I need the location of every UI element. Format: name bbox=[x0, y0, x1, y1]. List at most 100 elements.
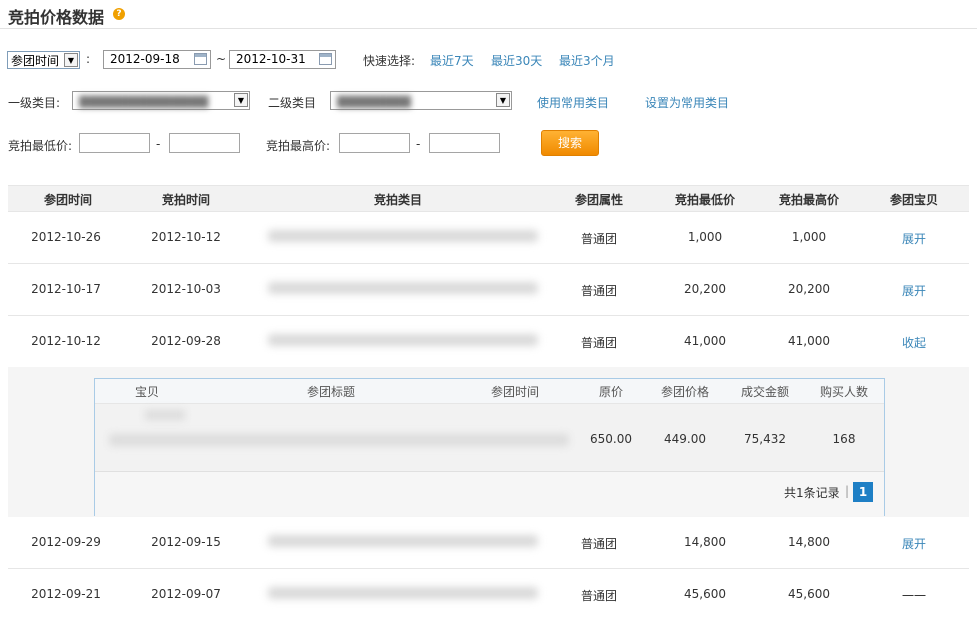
join-time: 2012-09-29 bbox=[31, 535, 101, 549]
header-attribute: 参团属性 bbox=[574, 193, 623, 207]
category-blurred bbox=[268, 587, 538, 601]
chevron-down-icon: ▼ bbox=[64, 53, 78, 67]
category1-select[interactable]: ▇▇▇▇▇▇▇▇▇▇▇▇▇▇ ▼ bbox=[72, 91, 250, 110]
max-price: 41,000 bbox=[788, 334, 830, 348]
category-blurred bbox=[268, 230, 538, 244]
chevron-down-icon: ▼ bbox=[496, 93, 510, 107]
attribute: 普通团 bbox=[580, 537, 617, 551]
attribute: 普通团 bbox=[580, 232, 617, 246]
calendar-icon[interactable] bbox=[319, 53, 332, 65]
attribute: 普通团 bbox=[580, 336, 617, 350]
time-type-select[interactable]: 参团时间 ▼ bbox=[7, 51, 80, 69]
header-min-price: 竞拍最低价 bbox=[674, 193, 735, 207]
quick-link-3months[interactable]: 最近3个月 bbox=[559, 52, 615, 69]
no-items-indicator: 一一 bbox=[901, 589, 926, 603]
search-button[interactable]: 搜索 bbox=[541, 130, 599, 156]
table-header: 参团时间 竞拍时间 竞拍类目 参团属性 竞拍最低价 竞拍最高价 参团宝贝 bbox=[8, 185, 969, 212]
min-price-label: 竞拍最低价: bbox=[8, 139, 73, 153]
category1-value-blurred: ▇▇▇▇▇▇▇▇▇▇▇▇▇▇ bbox=[79, 94, 209, 108]
quick-link-7days[interactable]: 最近7天 bbox=[430, 52, 474, 69]
header-bid-time: 竞拍时间 bbox=[161, 193, 210, 207]
page-number-button[interactable]: 1 bbox=[853, 482, 873, 502]
max-price-label: 竞拍最高价: bbox=[266, 139, 331, 153]
set-common-category-link[interactable]: 设置为常用类目 bbox=[645, 94, 729, 111]
group-price: 449.00 bbox=[664, 432, 706, 446]
bid-time: 2012-09-28 bbox=[151, 334, 221, 348]
category-blurred bbox=[268, 334, 538, 348]
min-price-from-input[interactable] bbox=[79, 133, 150, 153]
detail-header: 宝贝 参团标题 参团时间 原价 参团价格 成交金额 购买人数 bbox=[95, 379, 884, 404]
category2-value-blurred: ▇▇▇▇▇▇▇▇ bbox=[337, 94, 411, 108]
table-row: 2012-10-12 2012-09-28 普通团 41,000 41,000 … bbox=[8, 316, 969, 368]
table-row: 2012-10-17 2012-10-03 普通团 20,200 20,200 … bbox=[8, 264, 969, 316]
bid-time: 2012-10-12 bbox=[151, 230, 221, 244]
header-join-time: 参团时间 bbox=[43, 193, 92, 207]
category2-select[interactable]: ▇▇▇▇▇▇▇▇ ▼ bbox=[330, 91, 512, 110]
header-max-price: 竞拍最高价 bbox=[778, 193, 839, 207]
category2-label: 二级类目 bbox=[268, 96, 317, 110]
colon-separator: : bbox=[86, 52, 91, 66]
min-price: 41,000 bbox=[684, 334, 726, 348]
category1-label: 一级类目: bbox=[8, 96, 61, 110]
original-price: 650.00 bbox=[590, 432, 632, 446]
table-row: 2012-10-26 2012-10-12 普通团 1,000 1,000 展开 bbox=[8, 212, 969, 264]
date-to-input[interactable]: 2012-10-31 bbox=[229, 50, 336, 69]
min-price-dash: - bbox=[156, 137, 161, 151]
max-price-from-input[interactable] bbox=[339, 133, 410, 153]
join-time: 2012-09-21 bbox=[31, 587, 101, 601]
bid-time: 2012-10-03 bbox=[151, 282, 221, 296]
header-items: 参团宝贝 bbox=[889, 193, 938, 207]
detail-header-amount: 成交金额 bbox=[740, 385, 789, 399]
deal-amount: 75,432 bbox=[744, 432, 786, 446]
date-from-input[interactable]: 2012-09-18 bbox=[103, 50, 211, 69]
max-price-to-input[interactable] bbox=[429, 133, 500, 153]
time-type-value: 参团时间 bbox=[11, 54, 60, 68]
detail-header-title: 参团标题 bbox=[306, 385, 355, 399]
title-divider bbox=[0, 28, 977, 29]
bid-time: 2012-09-07 bbox=[151, 587, 221, 601]
join-time: 2012-10-12 bbox=[31, 334, 101, 348]
detail-header-item: 宝贝 bbox=[134, 385, 159, 399]
min-price: 20,200 bbox=[684, 282, 726, 296]
collapse-link[interactable]: 收起 bbox=[864, 334, 964, 351]
buyer-count: 168 bbox=[832, 432, 856, 446]
detail-header-group-price: 参团价格 bbox=[660, 385, 709, 399]
record-count: 共1条记录 bbox=[784, 486, 840, 500]
max-price-dash: - bbox=[416, 137, 421, 151]
category-blurred bbox=[268, 535, 538, 549]
detail-header-buyers: 购买人数 bbox=[819, 385, 868, 399]
expand-link[interactable]: 展开 bbox=[864, 230, 964, 247]
max-price: 20,200 bbox=[788, 282, 830, 296]
attribute: 普通团 bbox=[580, 284, 617, 298]
page-title: 竞拍价格数据 bbox=[8, 8, 105, 27]
table-row: 2012-09-21 2012-09-07 普通团 45,600 45,600 … bbox=[8, 569, 969, 621]
date-to-value: 2012-10-31 bbox=[236, 52, 306, 66]
expand-link[interactable]: 展开 bbox=[864, 282, 964, 299]
item-thumb-blurred bbox=[145, 410, 185, 420]
quick-link-30days[interactable]: 最近30天 bbox=[491, 52, 542, 69]
detail-row: 650.00 449.00 75,432 168 bbox=[95, 404, 884, 472]
quick-select-label: 快速选择: bbox=[363, 54, 416, 68]
help-icon[interactable]: ? bbox=[113, 8, 125, 20]
calendar-icon[interactable] bbox=[194, 53, 207, 65]
detail-header-time: 参团时间 bbox=[490, 385, 539, 399]
join-time: 2012-10-26 bbox=[31, 230, 101, 244]
pager-divider: | bbox=[845, 484, 850, 498]
join-time: 2012-10-17 bbox=[31, 282, 101, 296]
chevron-down-icon: ▼ bbox=[234, 93, 248, 107]
date-range-tilde: ~ bbox=[216, 52, 227, 66]
category-blurred bbox=[268, 282, 538, 296]
max-price: 14,800 bbox=[788, 535, 830, 549]
bid-time: 2012-09-15 bbox=[151, 535, 221, 549]
min-price-to-input[interactable] bbox=[169, 133, 240, 153]
date-from-value: 2012-09-18 bbox=[110, 52, 180, 66]
expand-link[interactable]: 展开 bbox=[864, 535, 964, 552]
max-price: 1,000 bbox=[791, 230, 827, 244]
min-price: 45,600 bbox=[684, 587, 726, 601]
detail-header-original: 原价 bbox=[598, 385, 623, 399]
item-detail-table: 宝贝 参团标题 参团时间 原价 参团价格 成交金额 购买人数 650.00 44… bbox=[94, 378, 885, 516]
use-common-category-link[interactable]: 使用常用类目 bbox=[537, 94, 609, 111]
min-price: 1,000 bbox=[687, 230, 723, 244]
item-info-blurred bbox=[109, 434, 569, 446]
min-price: 14,800 bbox=[684, 535, 726, 549]
